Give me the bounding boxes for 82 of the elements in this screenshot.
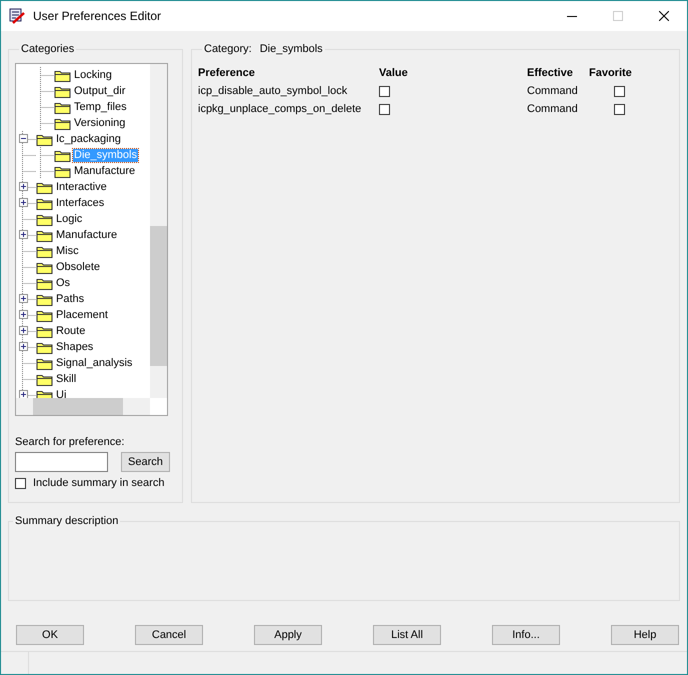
- folder-icon: [54, 164, 71, 178]
- expand-toggle[interactable]: [19, 310, 28, 319]
- tree-item[interactable]: Interfaces: [55, 196, 106, 210]
- value-checkbox[interactable]: [379, 86, 390, 96]
- effective-cell-text: Command: [527, 103, 579, 115]
- tree-item[interactable]: Signal_analysis: [55, 356, 134, 370]
- folder-icon: [54, 84, 71, 98]
- tree-item[interactable]: Logic: [55, 212, 84, 226]
- expand-toggle[interactable]: [19, 198, 28, 207]
- folder-icon: [36, 276, 53, 290]
- window-title: User Preferences Editor: [33, 9, 162, 23]
- column-header: Favorite: [589, 67, 633, 79]
- effective-cell-text: Command: [527, 85, 579, 97]
- folder-icon: [36, 324, 53, 338]
- folder-icon: [36, 132, 53, 146]
- dialog-button[interactable]: List All: [373, 625, 441, 645]
- app-icon: [9, 8, 25, 24]
- dialog-button[interactable]: Cancel: [135, 625, 203, 645]
- panel-title: Categories: [21, 43, 74, 55]
- value-checkbox[interactable]: [379, 104, 390, 114]
- panel-title: Summary description: [15, 515, 118, 527]
- tree-item[interactable]: Ui: [55, 388, 68, 398]
- favorite-checkbox[interactable]: [614, 86, 624, 96]
- tree-item[interactable]: Obsolete: [55, 260, 102, 274]
- folder-icon: [36, 292, 53, 306]
- tree-item[interactable]: Versioning: [73, 116, 126, 130]
- column-header: Value: [379, 67, 409, 79]
- preference-name: icp_disable_auto_symbol_lock: [198, 85, 348, 97]
- tree-item[interactable]: Temp_files: [73, 100, 128, 114]
- folder-icon: [36, 388, 53, 398]
- tree-item[interactable]: Misc: [55, 244, 80, 258]
- category-label: Category:: [204, 43, 252, 55]
- dialog-button[interactable]: Help: [611, 625, 679, 645]
- close-icon[interactable]: [659, 11, 669, 21]
- tree-item[interactable]: Interactive: [55, 180, 108, 194]
- folder-icon: [54, 116, 71, 130]
- preference-name: icpkg_unplace_comps_on_delete: [198, 103, 362, 115]
- expand-toggle[interactable]: [19, 230, 28, 239]
- expand-toggle[interactable]: [19, 182, 28, 191]
- tree-item[interactable]: Locking: [73, 68, 113, 82]
- column-header: Effective: [527, 67, 574, 79]
- folder-icon: [54, 100, 71, 114]
- search-field[interactable]: [15, 452, 108, 472]
- favorite-checkbox[interactable]: [614, 104, 624, 114]
- tree-item[interactable]: Manufacture: [55, 228, 118, 242]
- folder-icon: [54, 148, 71, 162]
- search-label: Search for preference:: [15, 436, 126, 448]
- search-button[interactable]: Search: [121, 452, 170, 472]
- tree-item[interactable]: Paths: [55, 292, 86, 306]
- folder-icon: [36, 196, 53, 210]
- vertical-scrollbar[interactable]: [150, 64, 167, 398]
- folder-icon: [36, 228, 53, 242]
- horizontal-scrollbar[interactable]: [16, 398, 150, 415]
- dialog-button[interactable]: Info...: [492, 625, 560, 645]
- dialog-button[interactable]: Apply: [254, 625, 322, 645]
- tree-item[interactable]: Placement: [55, 308, 109, 322]
- category-name: Die_symbols: [260, 43, 323, 55]
- expand-toggle[interactable]: [19, 294, 28, 303]
- folder-icon: [36, 340, 53, 354]
- tree-item[interactable]: Skill: [55, 372, 78, 386]
- tree-item[interactable]: Os: [55, 276, 72, 290]
- folder-icon: [36, 260, 53, 274]
- folder-icon: [36, 372, 53, 386]
- folder-icon: [36, 244, 53, 258]
- expand-toggle[interactable]: [19, 342, 28, 351]
- tree-item[interactable]: Shapes: [55, 340, 94, 354]
- expand-toggle[interactable]: [19, 390, 28, 398]
- expand-toggle[interactable]: [19, 326, 28, 335]
- checkbox-label: Include summary in search: [33, 477, 164, 489]
- tree-item[interactable]: Route: [55, 324, 86, 338]
- folder-icon: [36, 308, 53, 322]
- collapse-toggle[interactable]: [19, 134, 28, 143]
- column-header: Preference: [198, 67, 256, 79]
- tree-item[interactable]: Manufacture: [73, 164, 136, 178]
- folder-icon: [36, 356, 53, 370]
- folder-icon: [36, 212, 53, 226]
- checkbox[interactable]: [15, 478, 26, 488]
- dialog-button[interactable]: OK: [16, 625, 84, 645]
- folder-icon: [54, 68, 71, 82]
- tree-item[interactable]: Ic_packaging: [55, 132, 122, 146]
- folder-icon: [36, 180, 53, 194]
- tree-item[interactable]: Output_dir: [73, 84, 126, 98]
